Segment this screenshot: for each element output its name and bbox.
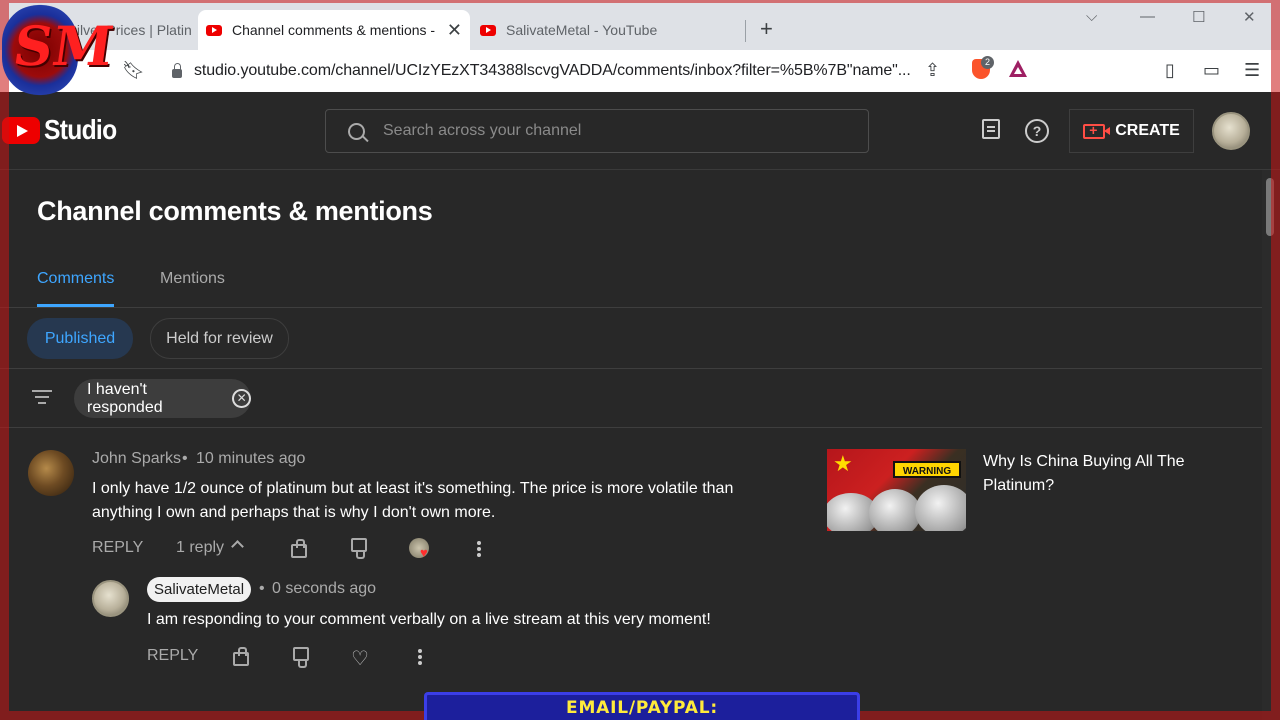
meta-separator: • — [182, 450, 188, 467]
coin-image — [869, 489, 921, 531]
youtube-favicon-icon — [206, 24, 222, 36]
reply-author-avatar[interactable] — [92, 580, 129, 617]
wallet-icon[interactable]: ▭ — [1203, 60, 1220, 81]
create-label: CREATE — [1115, 122, 1180, 139]
maximize-button[interactable]: ☐ — [1192, 8, 1205, 26]
search-placeholder: Search across your channel — [383, 122, 582, 139]
tab-mentions[interactable]: Mentions — [160, 270, 225, 288]
search-input[interactable]: Search across your channel — [325, 109, 869, 153]
studio-header: Studio Search across your channel ? CREA… — [0, 92, 1280, 170]
browser-tab-bar: | Silver Prices | Platin Channel comment… — [0, 0, 1280, 50]
more-options-icon[interactable] — [418, 649, 422, 653]
tab-title: SalivateMetal - YouTube — [506, 22, 658, 38]
tab-search-chevron-icon[interactable]: ⌵ — [1086, 8, 1097, 25]
channel-logo: SM — [2, 4, 117, 96]
commenter-avatar[interactable] — [28, 450, 74, 496]
studio-wordmark: Studio — [44, 114, 117, 145]
url-text[interactable]: studio.youtube.com/channel/UCIzYEzXT3438… — [194, 62, 914, 80]
account-avatar[interactable] — [1212, 112, 1250, 150]
share-icon[interactable]: ⇪ — [925, 60, 940, 81]
heart-icon[interactable]: ♡ — [351, 646, 369, 671]
dislike-icon[interactable] — [351, 538, 367, 559]
reply-button[interactable]: REPLY — [147, 647, 198, 665]
reply-text: I am responding to your comment verbally… — [147, 611, 711, 628]
sidebar-icon[interactable]: ▯ — [1165, 60, 1175, 81]
divider — [0, 368, 1262, 369]
creator-heart-icon[interactable] — [409, 538, 429, 560]
address-toolbar: 🔖︎ studio.youtube.com/channel/UCIzYEzXT3… — [0, 50, 1280, 92]
remove-filter-icon[interactable]: ✕ — [232, 389, 251, 408]
divider — [0, 427, 1262, 428]
search-icon — [348, 122, 365, 140]
close-tab-icon[interactable]: ✕ — [447, 20, 462, 41]
menu-icon[interactable]: ☰ — [1244, 60, 1260, 81]
coin-image — [915, 485, 966, 531]
page-tabs: Comments Mentions — [0, 262, 1262, 308]
create-video-icon — [1083, 122, 1111, 139]
video-thumbnail[interactable]: ★ WARNING — [827, 449, 966, 531]
reply-button[interactable]: REPLY — [92, 539, 143, 557]
more-options-icon[interactable] — [477, 541, 481, 545]
warning-label: WARNING — [893, 461, 961, 478]
close-window-button[interactable]: ✕ — [1243, 8, 1256, 26]
help-icon[interactable]: ? — [1025, 119, 1049, 143]
tab-salivatemetal-youtube[interactable]: SalivateMetal - YouTube — [472, 10, 744, 50]
dislike-icon[interactable] — [293, 647, 309, 668]
tab-title: Channel comments & mentions - — [232, 22, 436, 38]
filter-chip[interactable]: I haven't responded ✕ — [74, 379, 251, 418]
youtube-favicon-icon — [480, 24, 496, 36]
flag-star-icon: ★ — [833, 451, 853, 476]
create-button[interactable]: CREATE — [1069, 109, 1194, 153]
tab-comments[interactable]: Comments — [37, 270, 115, 307]
comment-text: I only have 1/2 ounce of platinum but at… — [92, 480, 734, 521]
page-title: Channel comments & mentions — [37, 196, 433, 226]
scrollbar[interactable] — [1262, 170, 1280, 720]
new-tab-button[interactable]: + — [760, 16, 773, 42]
comment-author[interactable]: John Sparks — [92, 450, 181, 468]
bookmark-icon[interactable]: 🔖︎ — [122, 60, 145, 81]
replies-toggle[interactable]: 1 reply — [176, 539, 224, 557]
brave-rewards-icon[interactable] — [1009, 60, 1027, 77]
minimize-button[interactable]: — — [1140, 8, 1155, 25]
filter-icon[interactable] — [32, 390, 52, 404]
shields-count-badge: 2 — [981, 56, 994, 69]
chip-published[interactable]: Published — [27, 318, 133, 359]
channel-logo-text: SM — [9, 14, 118, 78]
omnibox[interactable]: studio.youtube.com/channel/UCIzYEzXT3438… — [158, 55, 1038, 87]
studio-logo[interactable]: Studio — [2, 114, 126, 146]
meta-separator: • — [259, 580, 265, 597]
chip-held-for-review[interactable]: Held for review — [150, 318, 289, 359]
like-icon[interactable] — [233, 647, 249, 666]
feedback-icon[interactable] — [982, 119, 1000, 139]
scrollbar-thumb[interactable] — [1266, 178, 1274, 236]
contact-banner: EMAIL/PAYPAL: SALIVATEMETAL@GMAIL.COM — [424, 692, 860, 720]
lock-icon[interactable] — [172, 62, 182, 78]
comment-time[interactable]: 10 minutes ago — [196, 450, 305, 468]
filter-chip-label: I haven't responded — [87, 380, 163, 416]
reply-time[interactable]: 0 seconds ago — [272, 580, 376, 598]
like-icon[interactable] — [291, 539, 307, 558]
tab-channel-comments[interactable]: Channel comments & mentions - ✕ — [198, 10, 470, 50]
tab-separator — [745, 20, 746, 42]
chevron-up-icon[interactable] — [231, 540, 244, 553]
youtube-play-icon — [2, 116, 40, 144]
video-title[interactable]: Why Is China Buying All The Platinum? — [983, 450, 1213, 498]
reply-author-badge[interactable]: SalivateMetal — [147, 577, 252, 602]
